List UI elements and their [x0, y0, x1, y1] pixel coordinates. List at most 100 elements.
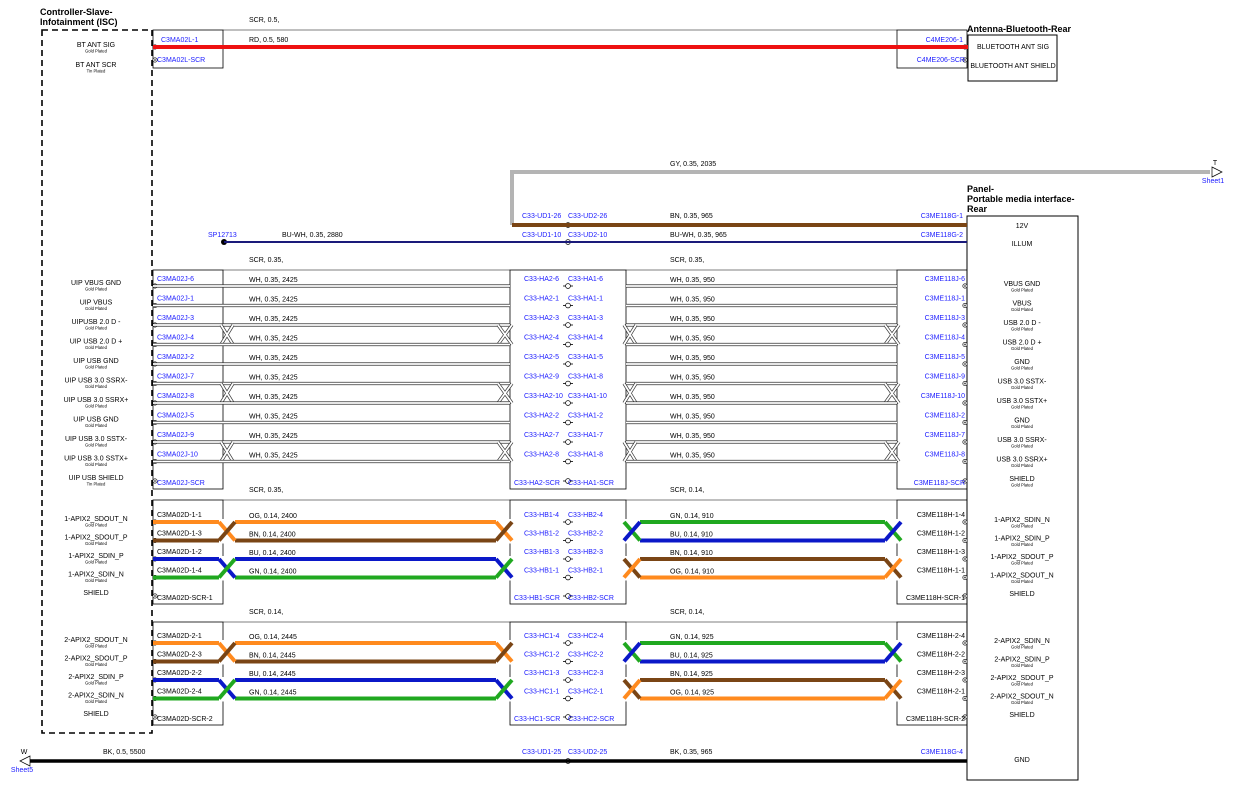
pin-plating: Gold Plated	[85, 345, 108, 350]
connector-pin: C33-HA1-4	[568, 335, 603, 342]
connector-pin: C33-HA2-9	[524, 374, 559, 381]
pin-terminal	[962, 658, 968, 665]
pin-plating: Gold Plated	[1011, 346, 1034, 351]
inline-connector-symbol	[563, 677, 573, 683]
connector-pin: C3MA02D-2-4	[157, 689, 202, 696]
connector-pin: C3MA02J-9	[157, 432, 194, 439]
pin-terminal	[962, 283, 968, 289]
pin-plating: Gold Plated	[85, 287, 108, 292]
connector-pin: C33-HB1-2	[524, 531, 559, 538]
inline-connector-symbol	[563, 400, 573, 406]
connector-pin: C3ME118J-4	[925, 335, 965, 342]
connector-pin: C33-HC2-2	[568, 652, 604, 659]
connector-pin: C33-HB2-1	[568, 568, 603, 575]
wire-label: WH, 0.35, 950	[670, 414, 715, 421]
wire-label: BK, 0.35, 965	[670, 749, 713, 756]
connector-pin: C3MA02D-1-2	[157, 549, 202, 556]
connector-pin: C33-HC1-SCR	[514, 716, 560, 723]
group-label: SCR, 0.14,	[249, 609, 283, 616]
connector-pin: C33-HA1-6	[568, 276, 603, 283]
connector-pin: C33-HA2-5	[524, 354, 559, 361]
pin-plating: Gold Plated	[85, 541, 108, 546]
connector-pin: C3ME118J-10	[921, 393, 965, 400]
connector-pin: C3MA02J-3	[157, 315, 194, 322]
inline-connector-socket	[565, 677, 571, 683]
connector-pin: C33-UD1-25	[522, 749, 561, 756]
wire-label: BU, 0.14, 925	[670, 653, 713, 660]
connector-pin: C3ME118H-1-4	[917, 512, 965, 519]
antenna-title: Antenna-Bluetooth-Rear	[967, 24, 1071, 34]
inline-connector-socket	[565, 574, 571, 581]
connector-pin: C3ME118H-SCR-1	[906, 595, 965, 602]
connector-pin: C33-HA1-8	[568, 452, 603, 459]
connector-pin: C3ME118H-1-2	[917, 531, 965, 538]
wire-label: WH, 0.35, 2425	[249, 336, 298, 343]
connector-pin: C33-HC1-3	[524, 670, 560, 677]
pin-terminal	[962, 380, 968, 387]
wire-label: OG, 0.14, 910	[670, 569, 714, 576]
connector-pin: C3ME118J-6	[925, 276, 965, 283]
connector-pin: C33-HB2-4	[568, 512, 603, 519]
pin-terminal	[962, 419, 968, 426]
wire-label: WH, 0.35, 2425	[249, 355, 298, 362]
connector-pin: C33-HB1-1	[524, 568, 559, 575]
connector-pin: C3MA02D-1-3	[157, 531, 202, 538]
connector-pin: C33-HB1-3	[524, 549, 559, 556]
pin-name: SHIELD	[83, 711, 108, 718]
pin-plating: Gold Plated	[1011, 307, 1034, 312]
connector-pin: C3MA02J-10	[157, 452, 198, 459]
connector-pin: C33-HB1-SCR	[514, 595, 560, 602]
connector-pin: C3MA02J-6	[157, 276, 194, 283]
wire-label: BU, 0.14, 910	[670, 532, 713, 539]
inline-connector-socket	[565, 556, 571, 562]
connector-pin: C3MA02D-1-1	[157, 512, 202, 519]
connector-pin: C33-HC2-4	[568, 633, 604, 640]
connector-pin: C33-UD2-10	[568, 232, 607, 239]
pin-terminal	[962, 640, 968, 646]
inline-connector-socket	[565, 400, 571, 406]
connector-pin: C33-HA1-2	[568, 413, 603, 420]
pin-terminal	[962, 322, 968, 328]
pin-terminal	[962, 519, 968, 525]
wire-label: BK, 0.5, 5500	[103, 749, 146, 756]
pin-plating: Gold Plated	[85, 523, 108, 528]
connector-pin: C33-HB2-3	[568, 549, 603, 556]
offsheet-arrow-icon	[1211, 166, 1223, 178]
connector-pin: C3ME118H-1-1	[917, 568, 965, 575]
connector-pin: C3ME118J-2	[925, 413, 965, 420]
connector-pin: C33-HA1-1	[568, 296, 603, 303]
pin-name: SHIELD	[83, 590, 108, 597]
wire-label: GN, 0.14, 925	[670, 634, 714, 641]
pin-plating: Gold Plated	[1011, 385, 1034, 390]
inline-connector-symbol	[563, 361, 573, 367]
wire-label: BN, 0.14, 2445	[249, 653, 296, 660]
isc-title: Controller-Slave-	[40, 7, 113, 17]
panel-title: Rear	[967, 204, 988, 214]
pin-name: 12V	[1016, 223, 1029, 230]
inline-connector-socket	[565, 419, 571, 426]
wire-label: OG, 0.14, 925	[670, 690, 714, 697]
inline-connector-socket	[565, 283, 571, 289]
wire-label: WH, 0.35, 950	[670, 433, 715, 440]
connector-pin: C3MA02D-SCR-2	[157, 716, 213, 723]
group-label: SCR, 0.14,	[670, 487, 704, 494]
inline-connector-symbol	[563, 537, 573, 544]
pin-plating: Gold Plated	[85, 699, 108, 704]
connector-pin: C33-HC1-2	[524, 652, 560, 659]
connector-pin: C33-UD2-25	[568, 749, 607, 756]
connector-pin: C3MA02L-SCR	[157, 57, 205, 64]
pin-plating: Gold Plated	[85, 578, 108, 583]
pin-terminal	[962, 439, 968, 445]
wire-label: BU-WH, 0.35, 965	[670, 232, 727, 239]
inline-connector-symbol	[563, 341, 573, 348]
wire-label: BN, 0.14, 2400	[249, 532, 296, 539]
connector-pin: C3ME118J-SCR	[914, 480, 965, 487]
inline-connector-socket	[565, 640, 571, 646]
connector-pin: C3ME118H-1-3	[917, 549, 965, 556]
wire-label: WH, 0.35, 2425	[249, 375, 298, 382]
inline-connector-socket	[565, 361, 571, 367]
wire-label: WH, 0.35, 950	[670, 336, 715, 343]
pin-plating: Gold Plated	[85, 560, 108, 565]
inline-connector-symbol	[563, 302, 573, 309]
pin-plating: Gold Plated	[1011, 463, 1034, 468]
